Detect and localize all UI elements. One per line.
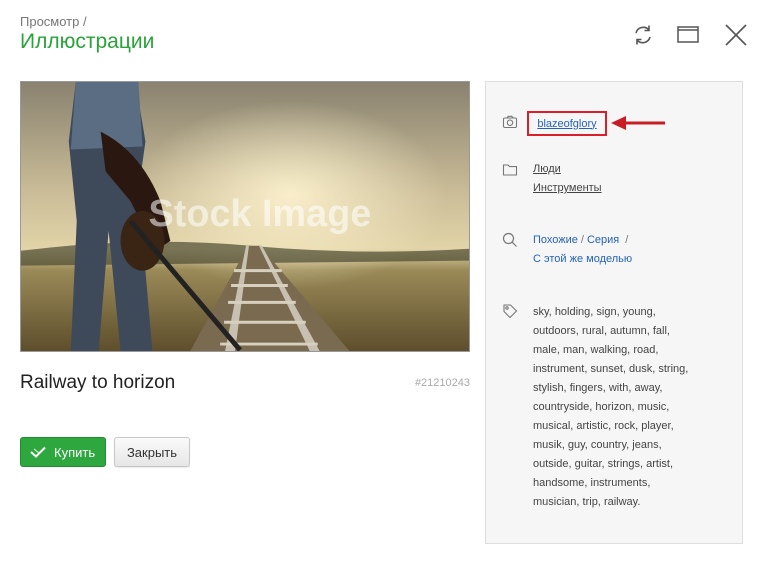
tag-link[interactable]: player, [641,420,673,432]
tag-list: sky, holding, sign, young, outdoors, rura… [533,303,733,512]
tag-row: musik, guy, country, jeans, [533,436,733,455]
tag-link[interactable]: with, [609,382,632,394]
tag-link[interactable]: sky, [533,306,552,318]
tag-link[interactable]: sunset, [590,363,625,375]
camera-icon [502,114,518,130]
category-link-people[interactable]: Люди [533,163,561,175]
tag-row: stylish, fingers, with, away, [533,379,733,398]
tag-link[interactable]: artistic, [576,420,611,432]
refresh-icon[interactable] [630,22,656,48]
search-icon [502,232,518,248]
tag-link[interactable]: music, [638,401,670,413]
separator: / [625,234,629,246]
tag-link[interactable]: instrument, [533,363,587,375]
page-title: Иллюстрации [20,30,155,53]
tag-link[interactable]: sign, [596,306,619,318]
category-link-instruments[interactable]: Инструменты [533,182,602,194]
tag-link[interactable]: jeans, [632,439,661,451]
tag-link[interactable]: stylish, [533,382,567,394]
photo-title: Railway to horizon [20,372,176,393]
tag-link[interactable]: outside, [533,458,572,470]
watermark: Stock Image [149,193,372,235]
tag-link[interactable]: guy, [568,439,588,451]
tag-row: male, man, walking, road, [533,341,733,360]
tag-link[interactable]: artist, [646,458,673,470]
tag-link[interactable]: musical, [533,420,573,432]
buy-button-label: Купить [54,444,96,460]
series-link[interactable]: Серия [587,234,619,246]
tag-link[interactable]: male, [533,344,560,356]
tag-row: countryside, horizon, music, [533,398,733,417]
info-panel: blazeofglory Люди Инструменты Похожие / Се… [485,81,743,544]
breadcrumb[interactable]: Просмотр / [20,14,87,29]
tag-link[interactable]: musician, [533,496,579,508]
arrow-icon [610,115,666,131]
tag-row: instrument, sunset, dusk, string, [533,360,733,379]
tag-link[interactable]: country, [591,439,629,451]
close-button[interactable]: Закрыть [114,437,190,467]
tag-row: musician, trip, railway. [533,493,733,512]
separator: / [580,234,584,246]
tag-link[interactable]: instruments, [591,477,651,489]
tag-link[interactable]: fingers, [570,382,606,394]
tag-row: outdoors, rural, autumn, fall, [533,322,733,341]
tag-link[interactable]: young, [623,306,656,318]
same-model-link[interactable]: С этой же моделью [533,253,632,265]
tag-link[interactable]: countryside, [533,401,592,413]
similar-link[interactable]: Похожие [533,234,578,246]
tag-icon [502,303,518,319]
tag-link[interactable]: strings, [608,458,643,470]
tag-row: sky, holding, sign, young, [533,303,733,322]
similar-row: Похожие / Серия / [533,234,631,246]
tag-link[interactable]: handsome, [533,477,587,489]
tag-link[interactable]: dusk, [629,363,655,375]
tag-row: musical, artistic, rock, player, [533,417,733,436]
tag-link[interactable]: rock, [614,420,638,432]
tag-link[interactable]: horizon, [595,401,634,413]
stock-photo[interactable]: Stock Image [20,81,470,352]
author-highlight: blazeofglory [527,111,607,136]
tag-link[interactable]: musik, [533,439,565,451]
photo-id: #21210243 [414,377,470,389]
folder-icon [502,162,518,178]
author-link[interactable]: blazeofglory [537,118,596,130]
close-icon[interactable] [723,22,749,48]
tag-link[interactable]: rural, [582,325,607,337]
tag-link[interactable]: fall, [653,325,670,337]
buy-button[interactable]: Купить [20,437,106,467]
tag-link[interactable]: walking, [591,344,631,356]
checkmark-icon [30,446,46,458]
tag-row: outside, guitar, strings, artist, [533,455,733,474]
tag-link[interactable]: holding, [555,306,594,318]
tag-link[interactable]: away, [635,382,663,394]
close-button-label: Закрыть [126,444,178,460]
tag-link[interactable]: string, [658,363,688,375]
tag-link[interactable]: road, [633,344,658,356]
tag-link[interactable]: trip, [583,496,601,508]
tag-link[interactable]: outdoors, [533,325,579,337]
tag-link[interactable]: man, [563,344,587,356]
tag-link[interactable]: railway. [604,496,640,508]
window-icon[interactable] [675,22,701,48]
tag-link[interactable]: guitar, [575,458,605,470]
tag-link[interactable]: autumn, [610,325,650,337]
tag-row: handsome, instruments, [533,474,733,493]
